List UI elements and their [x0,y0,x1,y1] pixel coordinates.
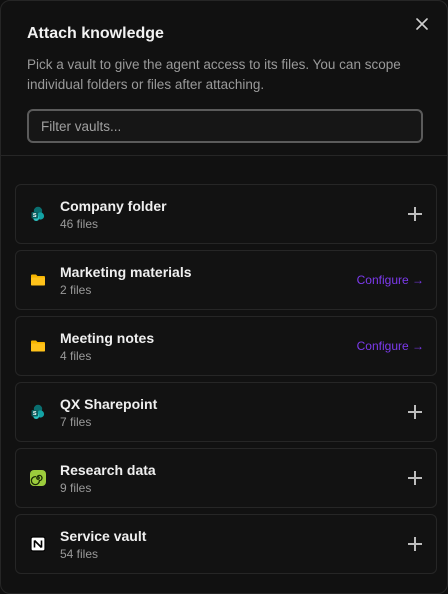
vault-file-count: 7 files [60,414,92,429]
add-icon[interactable] [408,471,422,485]
attach-knowledge-dialog: Attach knowledge Pick a vault to give th… [0,0,448,594]
vault-item-research-data[interactable]: Research data 9 files [15,448,437,508]
sharepoint-icon: S [29,205,47,223]
vault-item-meeting-notes[interactable]: Meeting notes 4 files Configure → [15,316,437,376]
vault-item-qx-sharepoint[interactable]: S QX Sharepoint 7 files [15,382,437,442]
vault-item-marketing-materials[interactable]: Marketing materials 2 files Configure → [15,250,437,310]
vault-name: Service vault [60,527,147,544]
vault-item-company-folder[interactable]: S Company folder 46 files [15,184,437,244]
add-icon[interactable] [408,537,422,551]
folder-icon [29,271,47,289]
svg-text:S: S [33,213,37,219]
vault-name: Marketing materials [60,263,192,280]
vault-file-count: 4 files [60,348,92,363]
close-icon[interactable] [413,15,431,33]
dialog-subtitle: Pick a vault to give the agent access to… [27,57,401,92]
vault-file-count: 46 files [60,216,99,231]
add-icon[interactable] [408,207,422,221]
filter-vaults-input[interactable] [27,109,423,143]
dialog-title: Attach knowledge [27,25,164,42]
vault-name: QX Sharepoint [60,395,158,412]
svg-text:S: S [33,411,37,417]
search-wrapper [1,95,447,143]
add-icon[interactable] [408,405,422,419]
vault-name: Research data [60,461,156,478]
configure-link[interactable]: Configure → [357,273,424,287]
vault-item-service-vault[interactable]: Service vault 54 files [15,514,437,574]
vault-name: Meeting notes [60,329,155,346]
notion-icon [29,535,47,553]
vault-list: S Company folder 46 files Marketing mate… [1,156,447,574]
vault-file-count: 54 files [60,546,99,561]
vault-name: Company folder [60,197,167,214]
dialog-header: Attach knowledge Pick a vault to give th… [1,1,447,95]
spiral-icon [29,469,47,487]
vault-file-count: 2 files [60,282,92,297]
vault-file-count: 9 files [60,480,92,495]
folder-icon [29,337,47,355]
configure-link[interactable]: Configure → [357,339,424,353]
sharepoint-icon: S [29,403,47,421]
